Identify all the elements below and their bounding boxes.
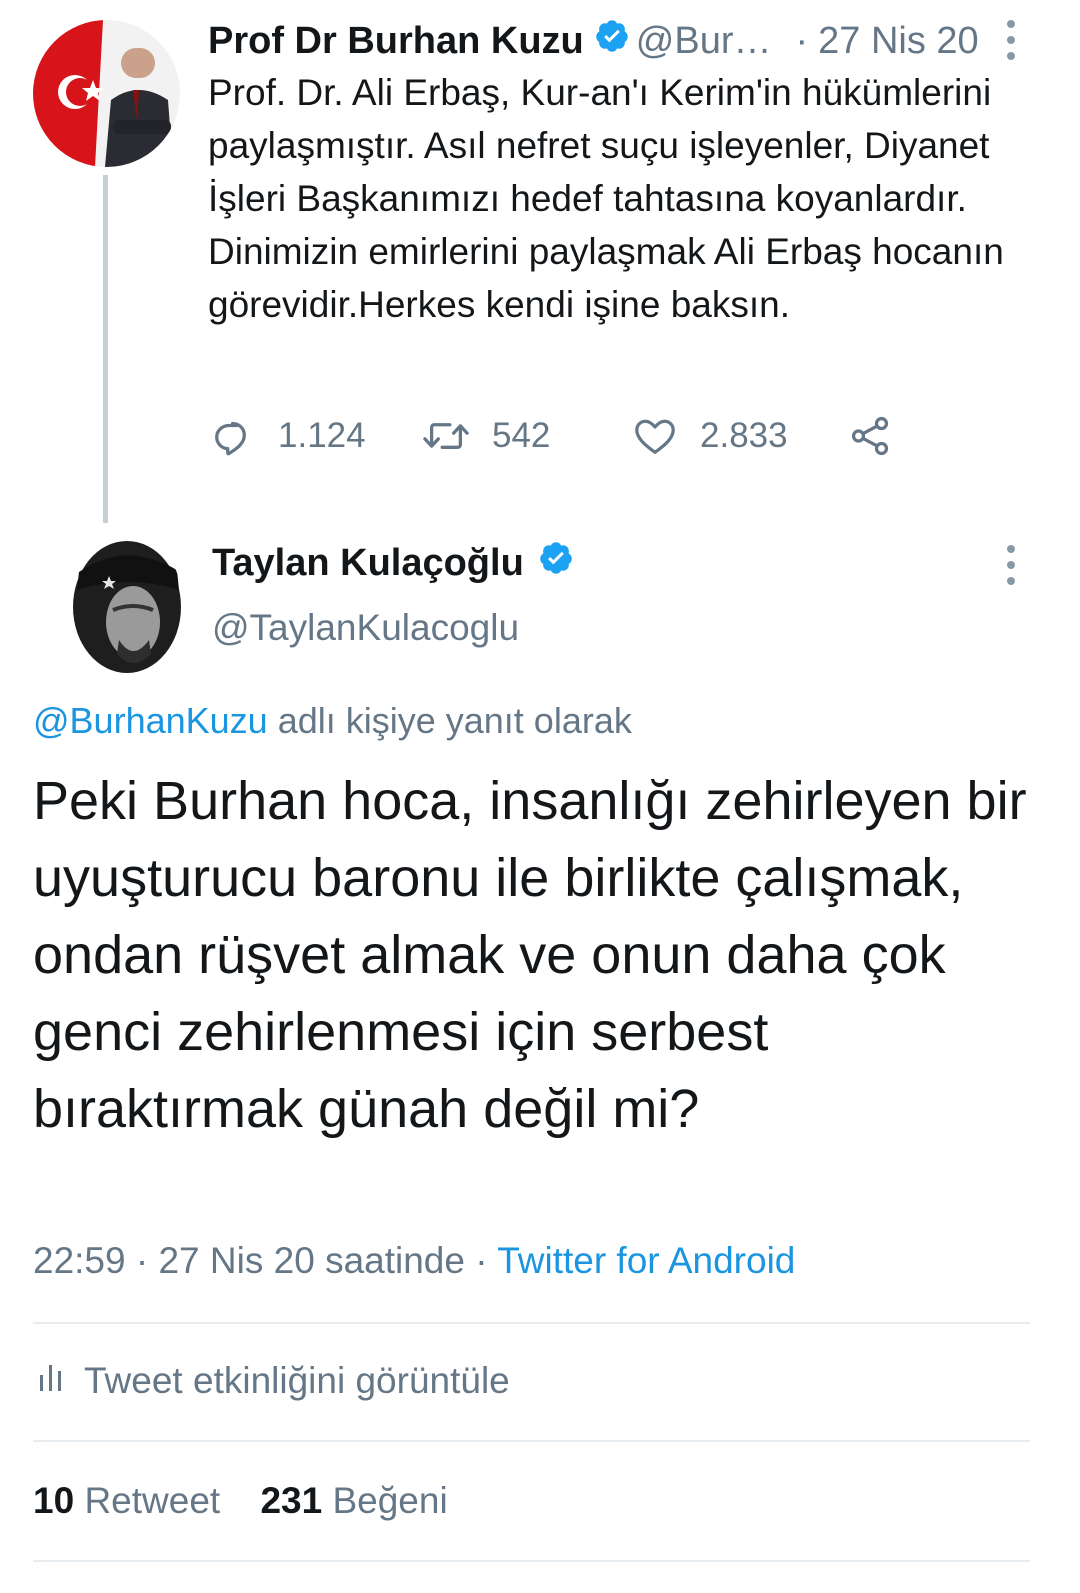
like-total: 231	[260, 1480, 323, 1521]
verified-badge-icon	[538, 540, 574, 586]
parent-tweet-text: Prof. Dr. Ali Erbaş, Kur-an'ı Kerim'in h…	[208, 72, 1004, 325]
reply-author-handle[interactable]: @TaylanKulacoglu	[212, 607, 519, 649]
retweet-count: 542	[492, 416, 551, 455]
more-vertical-icon[interactable]	[1005, 545, 1017, 585]
tweet-activity-link[interactable]: Tweet etkinliğini görüntüle	[38, 1360, 510, 1402]
share-action[interactable]	[847, 413, 893, 459]
reply-author-name-row: Taylan Kulaçoğlu	[212, 540, 580, 586]
parent-author-handle[interactable]: @Bur…	[636, 20, 772, 63]
parent-tweet-date[interactable]: 27 Nis 20	[818, 20, 979, 63]
meta-separator-1: ·	[125, 1240, 159, 1281]
reply-icon	[210, 413, 256, 459]
taylan-kulacoglu-avatar[interactable]	[67, 532, 183, 678]
like-action[interactable]: 2.833	[632, 413, 847, 459]
like-label: Beğeni	[332, 1480, 448, 1521]
tweet-source[interactable]: Twitter for Android	[497, 1240, 795, 1281]
replying-to-line: @BurhanKuzu adlı kişiye yanıt olarak	[33, 700, 632, 742]
reply-author-name[interactable]: Taylan Kulaçoğlu	[212, 542, 524, 585]
parent-tweet-actions: 1.124 542 2.833	[210, 410, 893, 462]
bar-chart-icon	[38, 1360, 64, 1402]
tweet-time[interactable]: 22:59	[33, 1240, 126, 1281]
retweets-stat[interactable]: 10 Retweet	[33, 1480, 220, 1521]
likes-stat[interactable]: 231 Beğeni	[260, 1480, 447, 1521]
divider	[33, 1440, 1030, 1442]
replying-to-mention[interactable]: @BurhanKuzu	[33, 700, 268, 741]
tweet-date[interactable]: 27 Nis 20 saatinde	[158, 1240, 464, 1281]
like-count: 2.833	[700, 416, 788, 455]
parent-author-name[interactable]: Prof Dr Burhan Kuzu	[208, 20, 584, 63]
verified-badge-icon	[594, 18, 630, 64]
divider	[33, 1560, 1030, 1562]
retweet-total: 10	[33, 1480, 75, 1521]
divider	[33, 1322, 1030, 1324]
reply-count: 1.124	[278, 416, 366, 455]
replying-to-text: adlı kişiye yanıt olarak	[267, 700, 632, 741]
header-separator: ·	[795, 19, 809, 62]
more-vertical-icon[interactable]	[1005, 20, 1017, 60]
heart-icon	[632, 413, 678, 459]
parent-tweet-header: Prof Dr Burhan Kuzu @Bur… · 27 Nis 20	[208, 16, 979, 66]
retweet-icon	[420, 413, 472, 459]
reply-action[interactable]: 1.124	[210, 413, 420, 459]
burhan-kuzu-avatar[interactable]	[33, 20, 180, 167]
retweet-action[interactable]: 542	[420, 413, 632, 459]
share-icon	[847, 413, 893, 459]
thread-line	[103, 175, 108, 523]
reply-tweet-text: Peki Burhan hoca, insanlığı zehirleyen b…	[33, 771, 1027, 1139]
retweet-label: Retweet	[84, 1480, 221, 1521]
tweet-meta: 22:59 · 27 Nis 20 saatinde · Twitter for…	[33, 1240, 795, 1282]
tweet-activity-label: Tweet etkinliğini görüntüle	[84, 1360, 510, 1401]
tweet-stats: 10 Retweet 231 Beğeni	[33, 1480, 448, 1522]
meta-separator-2: ·	[464, 1240, 498, 1281]
